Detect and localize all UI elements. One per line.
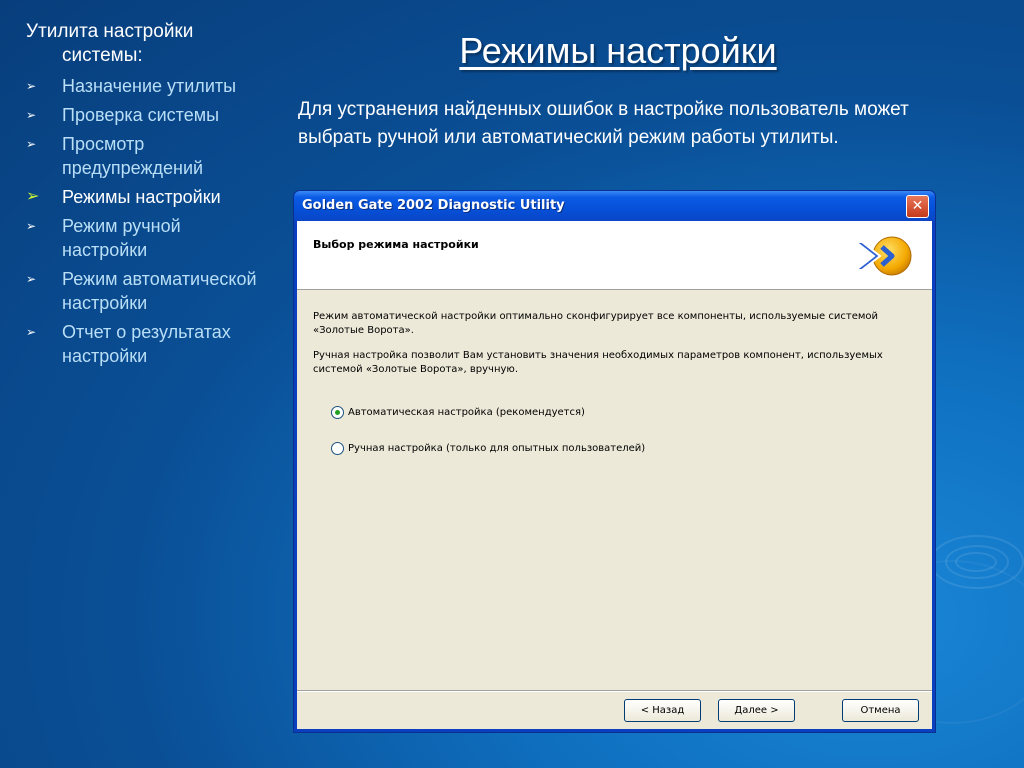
- cancel-button[interactable]: Отмена: [842, 699, 919, 722]
- radio-auto-mode[interactable]: Автоматическая настройка (рекомендуется): [331, 406, 585, 419]
- dialog-titlebar[interactable]: Golden Gate 2002 Diagnostic Utility ✕: [294, 191, 935, 221]
- sidebar-item-label: Режим автоматической настройки: [62, 269, 257, 313]
- wizard-body: Режим автоматической настройки оптимальн…: [297, 290, 932, 690]
- sidebar-item-label: Назначение утилиты: [62, 76, 237, 96]
- dialog-title: Golden Gate 2002 Diagnostic Utility: [302, 198, 565, 213]
- next-button[interactable]: Далее >: [718, 699, 795, 722]
- sidebar-item-label: Режим ручной настройки: [62, 216, 181, 260]
- diagnostic-dialog: Golden Gate 2002 Diagnostic Utility ✕ Вы…: [294, 191, 935, 732]
- sidebar-item-active[interactable]: ➢ Режимы настройки: [26, 185, 266, 209]
- sidebar: Утилита настройки системы: ➢ Назначение у…: [26, 20, 266, 373]
- sidebar-list: ➢ Назначение утилиты ➢ Проверка системы ➢ П…: [26, 74, 266, 368]
- arrow-bullet-icon: ➢: [26, 325, 37, 339]
- sidebar-heading-line2: системы:: [62, 45, 143, 66]
- arrow-bullet-icon: ➢: [26, 137, 37, 151]
- dialog-client-area: Выбор режима настройки Режим автоматичес…: [297, 221, 932, 729]
- arrow-bullet-icon: ➢: [26, 219, 37, 233]
- back-button[interactable]: < Назад: [624, 699, 701, 722]
- manual-mode-description: Ручная настройка позволит Вам установить…: [313, 350, 883, 375]
- sidebar-item[interactable]: ➢ Просмотр предупреждений: [26, 132, 266, 180]
- sidebar-item[interactable]: ➢ Отчет о результатах настройки: [26, 320, 266, 368]
- radio-auto-label: Автоматическая настройка (рекомендуется): [348, 407, 585, 418]
- close-button[interactable]: ✕: [906, 195, 929, 218]
- radio-manual-mode[interactable]: Ручная настройка (только для опытных пол…: [331, 442, 645, 455]
- sidebar-item[interactable]: ➢ Назначение утилиты: [26, 74, 266, 98]
- arrow-bullet-icon: ➢: [26, 79, 37, 93]
- radio-button-selected[interactable]: [331, 406, 344, 419]
- wizard-header: Выбор режима настройки: [297, 221, 932, 290]
- slide-title: Режимы настройки: [459, 30, 777, 71]
- sidebar-item[interactable]: ➢ Проверка системы: [26, 103, 266, 127]
- auto-mode-description: Режим автоматической настройки оптимальн…: [313, 311, 879, 336]
- radio-manual-label: Ручная настройка (только для опытных пол…: [348, 443, 646, 454]
- sidebar-item-label: Режимы настройки: [62, 187, 221, 207]
- sidebar-item-label: Проверка системы: [62, 105, 220, 125]
- radio-button[interactable]: [331, 442, 344, 455]
- sidebar-item[interactable]: ➢ Режим ручной настройки: [26, 214, 266, 262]
- sidebar-heading-line1: Утилита настройки: [26, 21, 194, 42]
- slide-intro-text: Для устранения найденных ошибок в настро…: [298, 99, 909, 148]
- sidebar-item[interactable]: ➢ Режим автоматической настройки: [26, 267, 266, 315]
- arrow-bullet-icon: ➢: [26, 272, 37, 286]
- golden-gate-logo-icon: [853, 236, 912, 276]
- sidebar-item-label: Просмотр предупреждений: [62, 134, 204, 178]
- wizard-step-title: Выбор режима настройки: [313, 238, 479, 251]
- arrow-bullet-icon: ➢: [26, 108, 37, 122]
- sidebar-item-label: Отчет о результатах настройки: [62, 322, 231, 366]
- sidebar-heading: Утилита настройки системы:: [26, 20, 266, 68]
- arrow-bullet-icon: ➢: [26, 188, 40, 205]
- button-separator: [297, 690, 932, 692]
